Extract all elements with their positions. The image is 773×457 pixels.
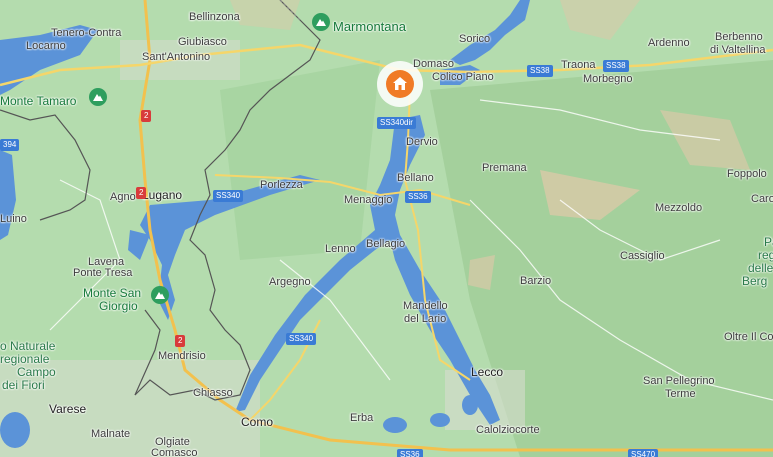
place-label[interactable]: Lenno [325, 243, 356, 255]
place-label[interactable]: Malnate [91, 428, 130, 440]
road-shield: SS470 [628, 449, 659, 457]
road-shield: SS340 [213, 190, 244, 202]
road-shield: SS38 [527, 65, 553, 77]
place-label[interactable]: Ponte Tresa [73, 267, 132, 279]
place-label[interactable]: Lecco [471, 366, 503, 378]
road-shield: SS38 [603, 60, 629, 72]
place-label[interactable]: Mezzoldo [655, 202, 702, 214]
place-label[interactable]: Traona [561, 59, 595, 71]
place-label[interactable]: Tenero-Contra [51, 27, 121, 39]
area-label[interactable]: Pa [764, 236, 773, 248]
place-label[interactable]: Sant'Antonino [142, 51, 210, 63]
place-label[interactable]: San Pellegrino [643, 375, 715, 387]
area-label[interactable]: delle [748, 262, 773, 274]
area-label[interactable]: reg [758, 249, 773, 261]
place-label[interactable]: Calolziocorte [476, 424, 540, 436]
place-label[interactable]: Erba [350, 412, 373, 424]
place-label[interactable]: Locarno [26, 40, 66, 52]
place-label[interactable]: Domaso [413, 58, 454, 70]
place-label[interactable]: Varese [49, 403, 86, 415]
place-label[interactable]: Mandello [403, 300, 448, 312]
place-label[interactable]: Terme [665, 388, 696, 400]
mountain-icon[interactable] [312, 13, 330, 31]
place-label[interactable]: Premana [482, 162, 527, 174]
place-label[interactable]: Cassiglio [620, 250, 665, 262]
home-icon [386, 70, 414, 98]
area-label[interactable]: dei Fiori [2, 379, 45, 391]
road-shield: SS340dir [377, 117, 416, 129]
place-label[interactable]: Luino [0, 213, 27, 225]
map-canvas[interactable]: Bellinzona Marmontana Tenero-Contra Giub… [0, 0, 773, 457]
place-label[interactable]: Menaggio [344, 194, 392, 206]
place-label[interactable]: Bellinzona [189, 11, 240, 23]
place-label[interactable]: Mendrisio [158, 350, 206, 362]
place-label[interactable]: Chiasso [193, 387, 233, 399]
place-label[interactable]: Colico Piano [432, 71, 494, 83]
area-label[interactable]: Berg [742, 275, 767, 287]
place-label[interactable]: Giorgio [99, 300, 138, 312]
place-label[interactable]: Giubiasco [178, 36, 227, 48]
place-label[interactable]: Bellano [397, 172, 434, 184]
road-shield: SS36 [405, 191, 431, 203]
area-label[interactable]: Campo [17, 366, 56, 378]
place-label[interactable]: Berbenno [715, 31, 763, 43]
road-shield: 2 [136, 187, 147, 199]
place-label[interactable]: Bellagio [366, 238, 405, 250]
road-shield: 2 [175, 335, 186, 347]
place-label[interactable]: Barzio [520, 275, 551, 287]
place-label[interactable]: Porlezza [260, 179, 303, 191]
place-label[interactable]: Caro [751, 193, 773, 205]
road-shield: 394 [0, 139, 20, 151]
place-label[interactable]: Foppolo [727, 168, 767, 180]
place-label[interactable]: Argegno [269, 276, 311, 288]
place-label[interactable]: Monte San [83, 287, 141, 299]
place-label[interactable]: di Valtellina [710, 44, 765, 56]
mountain-icon[interactable] [89, 88, 107, 106]
place-label[interactable]: Ardenno [648, 37, 690, 49]
road-shield: SS340 [286, 333, 317, 345]
road-shield: 2 [141, 110, 152, 122]
place-label[interactable]: Sorico [459, 33, 490, 45]
area-label[interactable]: o Naturale [0, 340, 55, 352]
place-label[interactable]: Dervio [406, 136, 438, 148]
road-shield: SS36 [397, 449, 423, 457]
place-label[interactable]: Lugano [142, 189, 182, 201]
place-label[interactable]: Monte Tamaro [0, 95, 76, 107]
place-label[interactable]: Agno [110, 191, 136, 203]
area-label[interactable]: regionale [0, 353, 49, 365]
mountain-icon[interactable] [151, 286, 169, 304]
place-label[interactable]: Como [241, 416, 273, 428]
place-label[interactable]: del Lario [404, 313, 446, 325]
place-label[interactable]: Marmontana [333, 20, 406, 33]
place-label[interactable]: Comasco [151, 447, 197, 457]
place-label[interactable]: Oltre Il Cole [724, 331, 773, 343]
place-label[interactable]: Morbegno [583, 73, 633, 85]
